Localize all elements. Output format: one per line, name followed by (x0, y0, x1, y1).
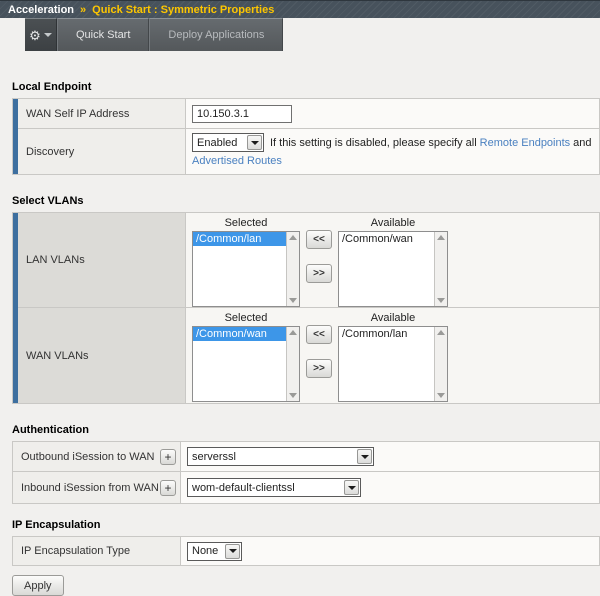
wan-vlans-label: WAN VLANs (18, 308, 186, 403)
table-row: LAN VLANs Selected /Common/lan (18, 213, 599, 308)
dropdown-arrow-icon (357, 449, 372, 464)
wan-self-ip-label: WAN Self IP Address (18, 99, 186, 128)
authentication-table: Outbound iSession to WAN + serverssl Inb… (12, 441, 600, 504)
scroll-up-icon[interactable] (437, 235, 445, 240)
scroll-up-icon[interactable] (289, 235, 297, 240)
select-vlans-table: LAN VLANs Selected /Common/lan (12, 212, 600, 404)
apply-button[interactable]: Apply (12, 575, 64, 596)
available-column-header: Available (338, 312, 448, 326)
selected-column-header: Selected (192, 312, 300, 326)
scroll-down-icon[interactable] (437, 393, 445, 398)
add-inbound-profile-button[interactable]: + (160, 480, 176, 496)
discovery-select[interactable]: Enabled (192, 133, 264, 152)
move-right-button[interactable]: >> (306, 359, 332, 378)
lan-available-listbox[interactable]: /Common/wan (338, 231, 448, 307)
listbox-scrollbar[interactable] (434, 327, 447, 401)
breadcrumb-separator: » (80, 4, 86, 16)
section-title-local-endpoint: Local Endpoint (12, 81, 600, 93)
list-item[interactable]: /Common/wan (193, 327, 286, 341)
lan-selected-listbox[interactable]: /Common/lan (192, 231, 300, 307)
gear-menu-button[interactable]: ⚙ (25, 18, 57, 51)
inbound-isession-select[interactable]: wom-default-clientssl (187, 478, 361, 497)
wan-vlans-dual-list: Selected /Common/wan (192, 312, 448, 402)
remote-endpoints-link[interactable]: Remote Endpoints (480, 134, 571, 152)
list-item[interactable]: /Common/lan (339, 327, 434, 341)
table-row: IP Encapsulation Type None (13, 537, 599, 565)
ip-encapsulation-type-select[interactable]: None (187, 542, 242, 561)
main-content: Local Endpoint WAN Self IP Address Disco… (0, 51, 600, 566)
table-row: WAN Self IP Address (18, 99, 599, 129)
dropdown-arrow-icon (344, 480, 359, 495)
lan-vlans-label: LAN VLANs (18, 213, 186, 307)
dropdown-arrow-icon (225, 544, 240, 559)
outbound-isession-select[interactable]: serverssl (187, 447, 374, 466)
toolbar: ⚙ Quick Start Deploy Applications (0, 18, 600, 51)
tab-label: Quick Start (76, 29, 130, 41)
table-row: WAN VLANs Selected /Common/wan (18, 308, 599, 403)
breadcrumb-section[interactable]: Acceleration (8, 4, 74, 16)
list-item[interactable]: /Common/lan (193, 232, 286, 246)
scroll-up-icon[interactable] (437, 330, 445, 335)
wan-selected-listbox[interactable]: /Common/wan (192, 326, 300, 402)
table-row: Inbound iSession from WAN + wom-default-… (13, 472, 599, 503)
chevron-down-icon (44, 33, 52, 37)
ip-encapsulation-table: IP Encapsulation Type None (12, 536, 600, 566)
discovery-and-text: and (573, 134, 591, 152)
listbox-scrollbar[interactable] (286, 327, 299, 401)
advertised-routes-link[interactable]: Advertised Routes (192, 155, 282, 167)
tab-quick-start[interactable]: Quick Start (57, 18, 149, 51)
scroll-up-icon[interactable] (289, 330, 297, 335)
listbox-scrollbar[interactable] (286, 232, 299, 306)
listbox-scrollbar[interactable] (434, 232, 447, 306)
add-outbound-profile-button[interactable]: + (160, 449, 176, 465)
breadcrumb: Acceleration » Quick Start : Symmetric P… (0, 0, 600, 18)
lan-vlans-dual-list: Selected /Common/lan (192, 217, 448, 307)
local-endpoint-table: WAN Self IP Address Discovery Enabled I (12, 98, 600, 175)
list-item[interactable]: /Common/wan (339, 232, 434, 246)
section-title-ip-encapsulation: IP Encapsulation (12, 519, 600, 531)
inbound-isession-label: Inbound iSession from WAN (21, 482, 159, 494)
scroll-down-icon[interactable] (289, 393, 297, 398)
scroll-down-icon[interactable] (437, 298, 445, 303)
move-left-button[interactable]: << (306, 230, 332, 249)
dropdown-arrow-icon (247, 135, 262, 150)
ip-encapsulation-type-label: IP Encapsulation Type (13, 537, 181, 565)
section-title-select-vlans: Select VLANs (12, 195, 600, 207)
table-row: Outbound iSession to WAN + serverssl (13, 442, 599, 472)
discovery-hint-text: If this setting is disabled, please spec… (270, 134, 477, 152)
wan-available-listbox[interactable]: /Common/lan (338, 326, 448, 402)
table-row: Discovery Enabled If this setting is dis… (18, 129, 599, 174)
selected-column-header: Selected (192, 217, 300, 231)
wan-self-ip-input[interactable] (192, 105, 292, 123)
scroll-down-icon[interactable] (289, 298, 297, 303)
move-right-button[interactable]: >> (306, 264, 332, 283)
available-column-header: Available (338, 217, 448, 231)
tab-deploy-applications[interactable]: Deploy Applications (149, 18, 283, 51)
outbound-isession-label: Outbound iSession to WAN (21, 451, 155, 463)
page-title: Quick Start : Symmetric Properties (92, 4, 274, 16)
section-title-authentication: Authentication (12, 424, 600, 436)
tab-label: Deploy Applications (168, 29, 264, 41)
move-left-button[interactable]: << (306, 325, 332, 344)
discovery-label: Discovery (18, 129, 186, 174)
gear-icon: ⚙ (29, 29, 41, 42)
